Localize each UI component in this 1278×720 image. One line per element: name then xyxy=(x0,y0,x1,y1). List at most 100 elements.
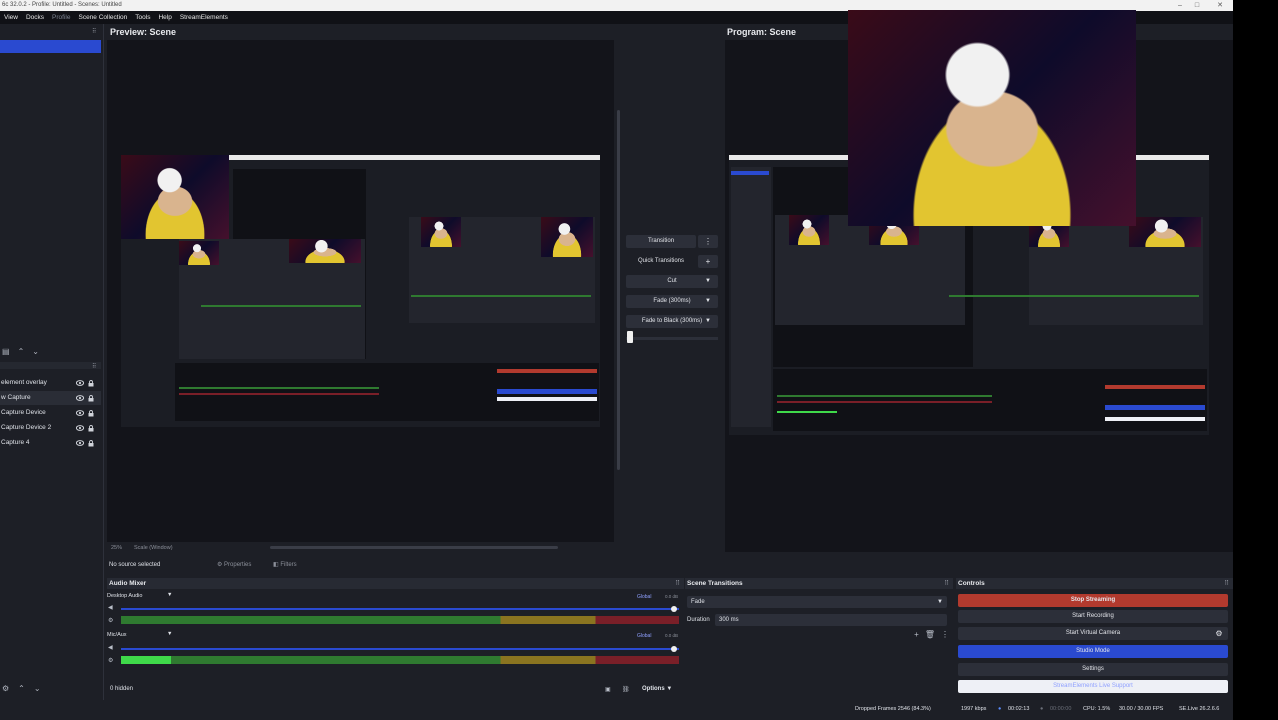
start-virtual-camera-button[interactable]: Start Virtual Camera ⚙ xyxy=(958,627,1228,640)
filters-button[interactable]: ◧ Filters xyxy=(273,559,297,571)
volume-slider[interactable] xyxy=(121,648,679,650)
studio-mode-button[interactable]: Studio Mode xyxy=(958,645,1228,658)
no-source-label: No source selected xyxy=(109,562,161,568)
source-item[interactable]: Capture Device xyxy=(0,406,101,420)
volume-knob[interactable] xyxy=(671,606,677,612)
options-button[interactable]: Options ▼ xyxy=(642,686,672,692)
visibility-eye-icon[interactable] xyxy=(76,391,84,405)
source-item[interactable]: Capture 4 xyxy=(0,436,101,450)
webcam-image xyxy=(121,155,229,239)
channel-menu-icon[interactable]: ▼ xyxy=(167,592,172,598)
add-transition-icon[interactable]: + xyxy=(698,255,718,268)
move-down-icon[interactable]: ⌄ xyxy=(32,347,39,356)
chevron-down-icon: ▼ xyxy=(937,599,943,605)
cut-button[interactable]: Cut ▼ xyxy=(626,275,718,288)
scene-list-item-selected[interactable] xyxy=(0,40,101,53)
source-item[interactable]: Capture Device 2 xyxy=(0,421,101,435)
lock-icon[interactable] xyxy=(88,406,95,420)
menu-help[interactable]: Help xyxy=(158,14,171,21)
scale-mode-select[interactable]: Scale (Window) xyxy=(134,545,173,551)
move-down-icon[interactable]: ⌄ xyxy=(34,684,41,693)
horizontal-scrollbar[interactable] xyxy=(270,546,558,549)
audio-mixer-title: Audio Mixer ⠿ xyxy=(107,578,684,589)
channel-menu-icon[interactable]: ▼ xyxy=(167,631,172,637)
virtual-camera-label: Start Virtual Camera xyxy=(1065,630,1121,636)
dropped-frames: Dropped Frames 2546 (84.3%) xyxy=(855,706,931,712)
lock-icon[interactable] xyxy=(88,421,95,435)
visibility-eye-icon[interactable] xyxy=(76,436,84,450)
source-item[interactable]: w Capture xyxy=(0,391,101,405)
sources-header xyxy=(0,362,101,369)
dock-menu-icon[interactable]: ⠿ xyxy=(675,578,680,589)
maximize-icon[interactable]: □ xyxy=(1190,0,1204,11)
dock-menu-icon[interactable]: ⠿ xyxy=(1224,578,1229,589)
config-icon[interactable]: ⚙ xyxy=(108,657,113,664)
lock-icon[interactable] xyxy=(88,391,95,405)
visibility-eye-icon[interactable] xyxy=(76,406,84,420)
dock-menu-icon[interactable]: ⠿ xyxy=(944,578,949,589)
preview-canvas[interactable] xyxy=(107,40,614,542)
mixer-settings-icon[interactable]: ▣ xyxy=(605,686,611,693)
start-recording-button[interactable]: Start Recording xyxy=(958,610,1228,623)
visibility-eye-icon[interactable] xyxy=(76,376,84,390)
duration-input[interactable]: 300 ms xyxy=(715,614,947,626)
nested-obs-screenshot xyxy=(121,155,600,427)
dock-menu-icon[interactable]: ⠿ xyxy=(92,28,98,35)
move-up-icon[interactable]: ⌃ xyxy=(18,347,25,356)
version: SE.Live 26.2.6.6 xyxy=(1179,706,1220,712)
live-time: 00:02:13 xyxy=(1008,706,1030,712)
more-icon[interactable]: ⋮ xyxy=(941,630,949,639)
fade-to-black-button[interactable]: Fade to Black (300ms) ▼ xyxy=(626,315,718,328)
speaker-icon[interactable]: ◀ xyxy=(108,604,113,611)
channel-global[interactable]: Global xyxy=(637,633,651,639)
menu-profile[interactable]: Profile xyxy=(52,14,70,21)
channel-db: 0.0 dB xyxy=(665,594,679,599)
menu-tools[interactable]: Tools xyxy=(135,14,150,21)
transition-menu-icon[interactable]: ⋮ xyxy=(698,235,718,248)
mixer-footer: 0 hidden ▣ ⛓ Options ▼ xyxy=(108,686,683,696)
filters-label: Filters xyxy=(280,562,297,568)
gear-icon[interactable]: ⚙ xyxy=(1213,627,1225,640)
add-icon[interactable]: + xyxy=(914,630,919,639)
transition-slider[interactable] xyxy=(626,337,718,340)
menu-streamelements[interactable]: StreamElements xyxy=(180,14,228,21)
transition-button[interactable]: Transition xyxy=(626,235,696,248)
transition-icons: + 🗑 ⋮ xyxy=(914,630,949,639)
se-live-support-button[interactable]: StreamElements Live Support xyxy=(958,680,1228,693)
lock-icon[interactable] xyxy=(88,376,95,390)
vertical-scrollbar[interactable] xyxy=(617,110,620,470)
filter-icon[interactable]: ▤ xyxy=(2,347,10,356)
live-dot-icon: ● xyxy=(998,706,1002,712)
minimize-icon[interactable]: – xyxy=(1173,0,1187,11)
volume-knob[interactable] xyxy=(671,646,677,652)
config-icon[interactable]: ⚙ xyxy=(108,617,113,624)
visibility-eye-icon[interactable] xyxy=(76,421,84,435)
stop-streaming-button[interactable]: Stop Streaming xyxy=(958,594,1228,607)
zoom-level[interactable]: 25% xyxy=(111,545,122,551)
transition-slider-handle[interactable] xyxy=(627,331,633,343)
sources-dock-menu-icon[interactable]: ⠿ xyxy=(92,363,98,370)
channel-name: Mic/Aux xyxy=(107,632,127,638)
settings-icon[interactable]: ⚙ xyxy=(2,684,9,693)
trash-icon[interactable]: 🗑 xyxy=(925,630,935,639)
speaker-icon[interactable]: ◀ xyxy=(108,644,113,651)
channel-global[interactable]: Global xyxy=(637,594,651,600)
close-icon[interactable]: ✕ xyxy=(1213,0,1227,11)
menu-scene-collection[interactable]: Scene Collection xyxy=(78,14,127,21)
menu-view[interactable]: View xyxy=(4,14,18,21)
program-canvas xyxy=(725,10,1233,552)
link-icon[interactable]: ⛓ xyxy=(622,686,630,693)
volume-slider[interactable] xyxy=(121,608,679,610)
move-up-icon[interactable]: ⌃ xyxy=(18,684,25,693)
transition-type-select[interactable]: Fade ▼ xyxy=(687,596,947,608)
source-item[interactable]: element overlay xyxy=(0,376,101,390)
window-title: 6c 32.0.2 - Profile: Untitled - Scenes: … xyxy=(2,2,122,8)
fade-button[interactable]: Fade (300ms) ▼ xyxy=(626,295,718,308)
lock-icon[interactable] xyxy=(88,436,95,450)
settings-button[interactable]: Settings xyxy=(958,663,1228,676)
menu-docks[interactable]: Docks xyxy=(26,14,44,21)
program-title: Program: Scene xyxy=(727,27,797,37)
duration-label: Duration xyxy=(687,617,710,623)
chevron-down-icon: ▼ xyxy=(705,298,711,304)
properties-button[interactable]: ⚙ Properties xyxy=(217,559,251,571)
